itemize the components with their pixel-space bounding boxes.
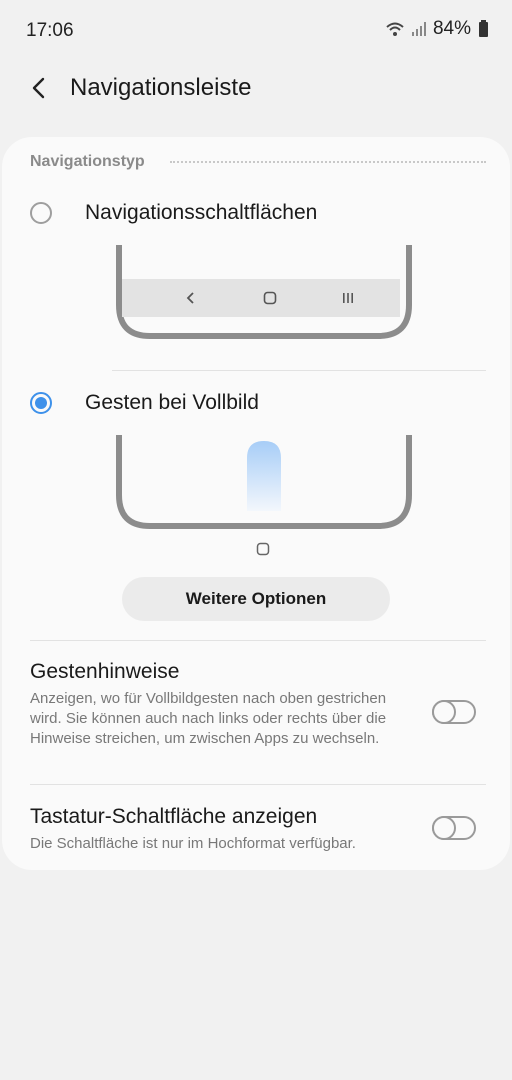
home-indicator-icon bbox=[256, 542, 270, 556]
settings-divider bbox=[30, 784, 486, 785]
app-header: Navigationsleiste bbox=[0, 60, 512, 120]
status-time: 17:06 bbox=[26, 20, 74, 41]
battery-icon bbox=[479, 19, 488, 37]
keyboard-button-toggle[interactable] bbox=[432, 816, 476, 840]
more-options-button[interactable]: Weitere Optionen bbox=[122, 577, 390, 621]
back-nav-icon bbox=[186, 292, 194, 304]
setting-title: Gestenhinweise bbox=[30, 660, 180, 683]
setting-description: Anzeigen, wo für Vollbildgesten nach obe… bbox=[30, 690, 387, 747]
option-fullscreen-gestures[interactable]: Gesten bei Vollbild bbox=[2, 379, 510, 429]
navigation-buttons-illustration bbox=[116, 245, 412, 339]
settings-card: Navigationstyp Navigationsschaltflächen bbox=[2, 137, 510, 870]
option-label: Navigationsschaltflächen bbox=[85, 201, 318, 224]
battery-percent: 84% bbox=[432, 18, 471, 39]
setting-title: Tastatur-Schaltfläche anzeigen bbox=[30, 805, 318, 828]
toggle-knob bbox=[432, 700, 456, 724]
gestures-illustration bbox=[116, 435, 412, 531]
setting-description: Die Schaltfläche ist nur im Hochformat v… bbox=[30, 835, 356, 852]
signal-icon bbox=[411, 22, 426, 36]
option-navigation-buttons[interactable]: Navigationsschaltflächen bbox=[2, 189, 510, 239]
wifi-icon bbox=[386, 22, 404, 36]
phone-bottom-outline bbox=[116, 435, 412, 529]
toggle-knob bbox=[432, 816, 456, 840]
status-bar: 17:06 84% bbox=[0, 0, 512, 60]
page-title: Navigationsleiste bbox=[70, 74, 252, 101]
settings-divider bbox=[30, 640, 486, 641]
option-label: Gesten bei Vollbild bbox=[85, 391, 259, 414]
radio-button[interactable] bbox=[30, 202, 52, 224]
status-icons: 84% bbox=[385, 18, 488, 40]
section-header: Navigationstyp bbox=[30, 153, 145, 170]
radio-button-selected[interactable] bbox=[30, 392, 52, 414]
navigation-bar-preview bbox=[122, 279, 400, 317]
home-nav-icon bbox=[263, 291, 277, 305]
gesture-hints-toggle[interactable] bbox=[432, 700, 476, 724]
back-arrow-icon[interactable] bbox=[26, 74, 54, 102]
section-divider bbox=[170, 161, 486, 163]
option-divider bbox=[112, 370, 486, 371]
swipe-gesture-hint bbox=[247, 441, 281, 511]
recents-nav-icon bbox=[343, 293, 353, 303]
